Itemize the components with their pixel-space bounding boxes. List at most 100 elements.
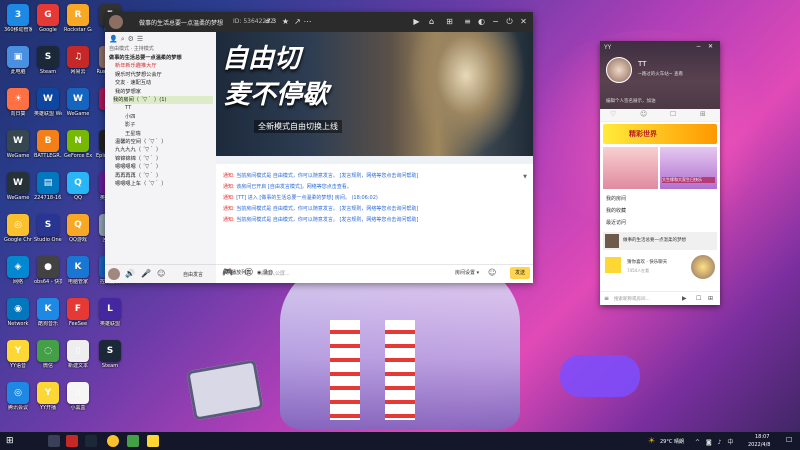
channel-item[interactable]: 交友 · 速配互动 [115,79,151,87]
power-icon[interactable]: ⏻ [505,17,514,26]
desktop-icon[interactable]: NGeForce Experience [64,130,92,159]
desktop-icon[interactable]: ●obs64 - 快捷方式 [34,256,62,285]
promo-banner[interactable]: 自由切 麦不停歇 全新模式自由切换上线 [216,32,533,156]
desktop-icon[interactable]: ♫ 网易云 [64,46,92,75]
desktop-icon[interactable]: SStudio One 5 [34,214,62,243]
side-close-icon[interactable]: ✕ [708,43,713,50]
emoji-picker-icon[interactable]: ☺ [488,268,496,277]
desktop-icon[interactable]: K 酷狗音乐 [34,298,62,327]
weather-text[interactable]: 29°C 晴朗 [660,438,684,445]
taskbar-app-3[interactable] [85,435,97,447]
desktop-icon[interactable]: W WeGame [64,88,92,117]
channel-item[interactable]: 娱乐时代梦想公会厅 [115,71,162,79]
taskbar-app-1[interactable] [48,435,60,447]
desktop-icon[interactable]: Y YY开播 [34,382,62,411]
side-menu-icon[interactable]: ≡ [604,295,609,302]
menu-icon[interactable]: ≡ [463,17,472,26]
list-icon[interactable]: ☰ [137,35,146,43]
desktop-icon[interactable]: ◉ Network [4,298,32,327]
desktop-icon[interactable]: RRockstar Games [64,4,92,33]
search-icon[interactable]: ⌕ [121,35,128,43]
channel-item[interactable]: TT [125,104,131,112]
settings-icon[interactable]: ⚙ [128,35,137,43]
desktop-icon[interactable]: F FeeSee [64,298,92,327]
tab-messages-icon[interactable]: ☐ [670,110,676,118]
tab-more-icon[interactable]: ⊞ [700,110,706,118]
side-menu-item[interactable]: 最近访问 [606,219,626,226]
channel-item[interactable]: 锦锦锦锦（ ´▽｀ ） [115,155,161,163]
send-button[interactable]: 发送 [510,267,530,279]
free-speak-label[interactable]: 自由发言 [183,271,203,278]
profile-signature[interactable]: 编辑个人签名展示，加油 [606,98,656,104]
playlist-button[interactable]: ♫ 播放列表 [225,269,251,276]
start-button[interactable]: ⊞ [6,436,14,446]
channel-item[interactable]: 再再再再（ ´▽｀ ） [115,172,161,180]
desktop-icon[interactable]: S Steam [34,46,62,75]
notification-icon[interactable]: ☐ [786,436,792,444]
volume-icon[interactable]: 🔊 [125,269,135,278]
side-minimize-icon[interactable]: − [696,43,701,50]
chat-scroll-arrow[interactable]: ▼ [523,174,527,180]
yy-avatar[interactable] [109,15,123,29]
video-icon[interactable]: ▶ [412,17,421,26]
channel-item[interactable]: 影子 [125,121,135,129]
desktop-icon[interactable]: W英雄联盟 WeGame [34,88,62,117]
profile-sub[interactable]: ~路过的火车站~ 查看 [638,71,683,77]
channel-item[interactable]: 嗯嗯嗯嗯（ ´▽｀ ） [115,163,161,171]
desktop-icon[interactable]: Y YY语音 [4,340,32,369]
tray-icons[interactable]: ^ ◙ ♪ 中 [695,437,735,446]
channel-item[interactable]: 嗯嗯嗯上车（ ´▽｀ ） [115,180,166,188]
more-icon[interactable]: ⋯ [303,17,312,26]
side-search-input[interactable]: 搜索昵称或房间... [614,296,650,302]
side-play-icon[interactable]: ▶ [682,295,687,302]
side-menu-item[interactable]: 我的房间 [606,195,626,202]
taskbar-app-2[interactable] [66,435,78,447]
recommend-card[interactable]: 猜你喜欢 · 快乐聊天 7454人在看 [603,253,717,283]
desktop-icon[interactable]: B BATTLEGR... [34,130,62,159]
game-icon[interactable]: ⊞ [445,17,454,26]
close-icon[interactable]: ✕ [519,17,528,26]
tab-home-icon[interactable]: ♡ [610,110,616,118]
channel-item[interactable]: 九九九九（ ´▽｀ ） [115,146,161,154]
minimize-icon[interactable]: − [491,17,500,26]
side-grid-icon[interactable]: ⊞ [708,295,713,302]
clock-time[interactable]: 18:07 [755,434,769,440]
taskbar-app-6[interactable] [147,435,159,447]
tab-friends-icon[interactable]: ☺ [640,110,647,118]
recent-room-card[interactable]: 做事的生活总要一点温柔的梦想 [603,232,717,250]
record-button[interactable]: ◉ 录音 [257,269,273,276]
profile-avatar[interactable] [606,57,632,83]
desktop-icon[interactable]: W WeGame [4,130,32,159]
channel-item[interactable]: 王星瑞 [125,130,141,138]
side-chat-icon[interactable]: ☐ [696,295,701,302]
room-settings-button[interactable]: 房间设置 ▾ [455,269,479,276]
desktop-icon[interactable]: K 电脑管家 [64,256,92,285]
desktop-icon[interactable]: ▣ 此电脑 [4,46,32,75]
desktop-icon[interactable]: ▯ 小黑盒 [64,382,92,411]
clock-date[interactable]: 2022/4/8 [748,442,770,448]
photo-right[interactable]: 大生缘和大家生日快乐 [660,147,717,189]
desktop-icon[interactable]: ☀ 向日葵 [4,88,32,117]
desktop-icon[interactable]: W WeGame [4,172,32,201]
channel-item[interactable]: 做事的生活总要一点温柔的梦想 [109,54,182,62]
channel-item[interactable]: 我的梦想家 [115,88,141,96]
channel-item[interactable]: 小四 [125,113,135,121]
desktop-icon[interactable]: ▤224718-16... [34,172,62,201]
weather-icon[interactable]: ☀ [648,436,655,445]
channel-mode[interactable]: 自由模式 · 主持模式 [109,45,154,52]
desktop-icon[interactable]: 3 360移动管家 [4,4,32,33]
desktop-icon[interactable]: ▯ 新建文本 [64,340,92,369]
desktop-icon[interactable]: G Google [34,4,62,33]
photo-left[interactable] [603,147,658,189]
taskbar-app-5[interactable] [127,435,139,447]
channel-item[interactable]: 我的房间（ ´▽｀ ）(1) [113,96,213,104]
skin-icon[interactable]: ◐ [477,17,486,26]
user-icon[interactable]: 👤 [109,35,121,43]
desktop-icon[interactable]: ◎ 腾讯会议 [4,382,32,411]
taskbar-app-4[interactable] [107,435,119,447]
channel-item[interactable]: 新年新乐趣推大厅 [115,62,157,70]
desktop-icon[interactable]: ◈ 网络 [4,256,32,285]
desktop-icon[interactable]: ◌ 微信 [34,340,62,369]
desktop-icon[interactable]: L英雄联盟 [96,298,124,327]
side-menu-item[interactable]: 我的收藏 [606,207,626,214]
